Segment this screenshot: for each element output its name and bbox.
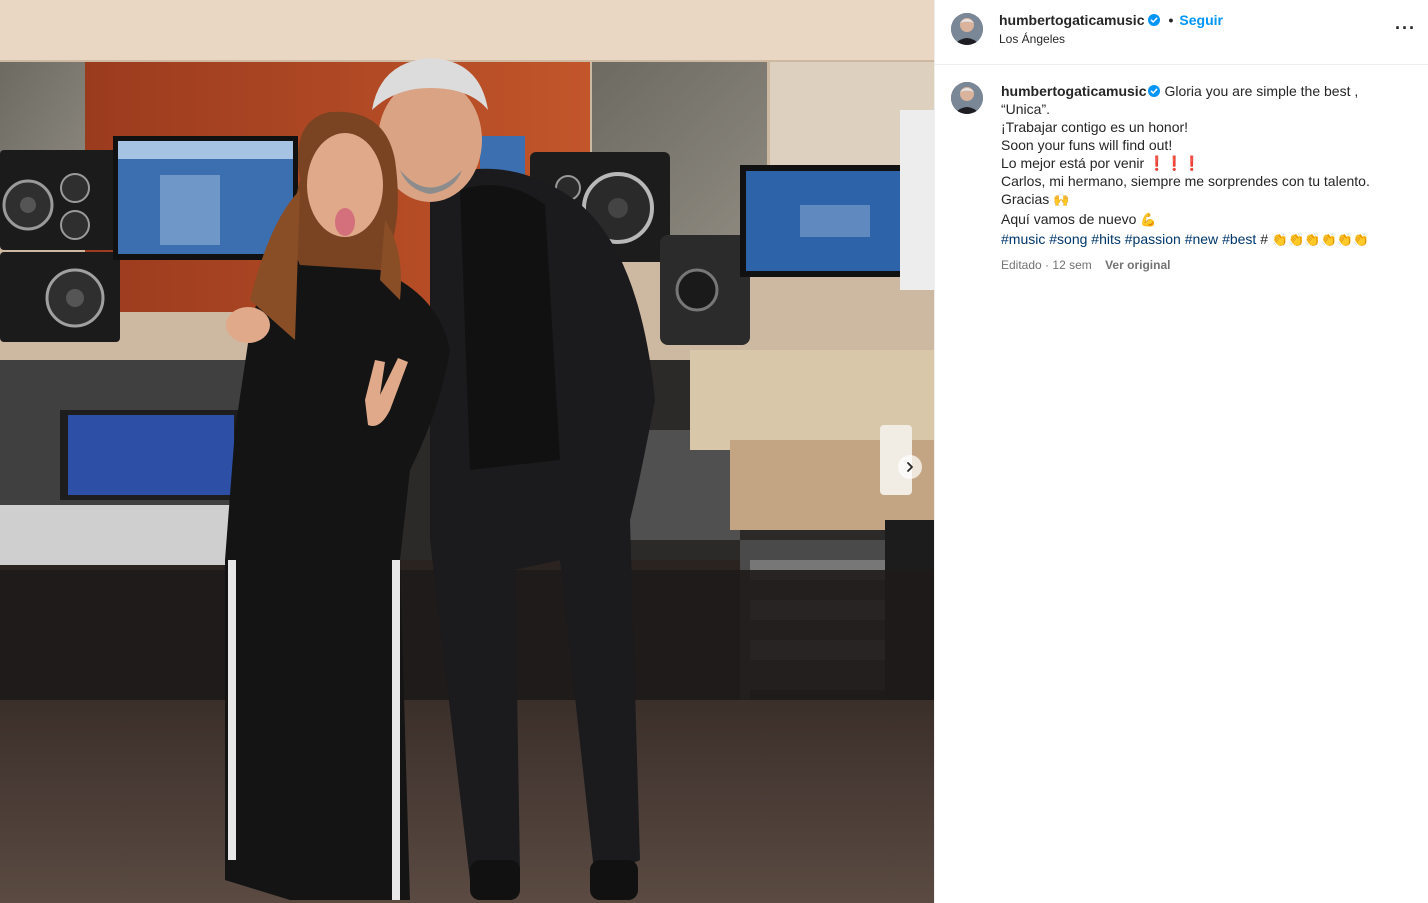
caption-line-5: Lo mejor está por venir ❗❗❗	[1001, 154, 1413, 172]
caption-line-4: Soon your funs will find out!	[1001, 137, 1173, 153]
post-side-panel: humbertogaticamusic • Seguir Los Ángeles…	[934, 0, 1428, 903]
flexed-biceps-emoji-icon: 💪	[1140, 213, 1157, 228]
caption-line-3: ¡Trabajar contigo es un honor!	[1001, 119, 1189, 135]
caption-avatar[interactable]	[951, 82, 983, 114]
avatar[interactable]	[951, 13, 983, 45]
caption-username[interactable]: humbertogaticamusic	[1001, 83, 1146, 99]
caption-line-8: Aquí vamos de nuevo 💪	[1001, 210, 1413, 230]
caption-line-1: Gloria you are simple the best ,	[1164, 83, 1359, 99]
hashtag-hits[interactable]: #hits	[1091, 231, 1121, 247]
caption-line-5-text: Lo mejor está por venir	[1001, 155, 1145, 171]
chevron-right-icon	[907, 462, 913, 472]
studio-photo-illustration	[0, 0, 934, 903]
instagram-post: humbertogaticamusic • Seguir Los Ángeles…	[0, 0, 1428, 903]
hashtag-line: #music #song #hits #passion #new #best #…	[1001, 230, 1413, 250]
profile-photo-icon	[951, 13, 983, 45]
location-link[interactable]: Los Ángeles	[999, 32, 1065, 46]
clapping-hands-emoji-icon: 👏👏👏👏👏👏	[1271, 233, 1370, 248]
verified-badge-icon	[1148, 85, 1161, 97]
caption-text: humbertogaticamusic Gloria you are simple…	[1001, 82, 1413, 274]
next-photo-button[interactable]	[898, 455, 922, 479]
hashtag-best[interactable]: #best	[1222, 231, 1256, 247]
hashtag-empty: #	[1260, 231, 1268, 247]
exclamation-emoji-icon: ❗❗❗	[1148, 155, 1201, 171]
caption-line-8-text: Aquí vamos de nuevo	[1001, 211, 1137, 227]
hashtag-new[interactable]: #new	[1185, 231, 1218, 247]
post-time[interactable]: 12 sem	[1052, 258, 1091, 272]
meta-dot: ·	[1045, 258, 1050, 272]
profile-photo-icon	[951, 82, 983, 114]
post-header: humbertogaticamusic • Seguir Los Ángeles…	[935, 0, 1428, 65]
header-separator: •	[1168, 12, 1174, 28]
hashtag-music[interactable]: #music	[1001, 231, 1045, 247]
caption-line-2: “Unica”.	[1001, 101, 1051, 117]
see-original-button[interactable]: Ver original	[1105, 258, 1170, 272]
header-username[interactable]: humbertogaticamusic	[999, 12, 1144, 28]
caption-line-7-text: Gracias	[1001, 191, 1050, 207]
more-options-icon[interactable]: ···	[1395, 18, 1416, 39]
verified-badge-icon	[1148, 14, 1161, 26]
follow-button[interactable]: Seguir	[1179, 12, 1223, 28]
post-photo[interactable]	[0, 0, 934, 903]
header-user-row: humbertogaticamusic • Seguir	[999, 12, 1223, 28]
hashtag-song[interactable]: #song	[1049, 231, 1087, 247]
caption-line-7: Gracias 🙌	[1001, 190, 1413, 210]
edited-label: Editado	[1001, 258, 1042, 272]
raised-hands-emoji-icon: 🙌	[1053, 193, 1070, 208]
caption-meta: Editado · 12 sem Ver original	[1001, 256, 1413, 274]
caption-line: humbertogaticamusic Gloria you are simple…	[1001, 82, 1413, 100]
caption-line-6: Carlos, mi hermano, siempre me sorprende…	[1001, 173, 1370, 189]
hashtag-passion[interactable]: #passion	[1125, 231, 1181, 247]
